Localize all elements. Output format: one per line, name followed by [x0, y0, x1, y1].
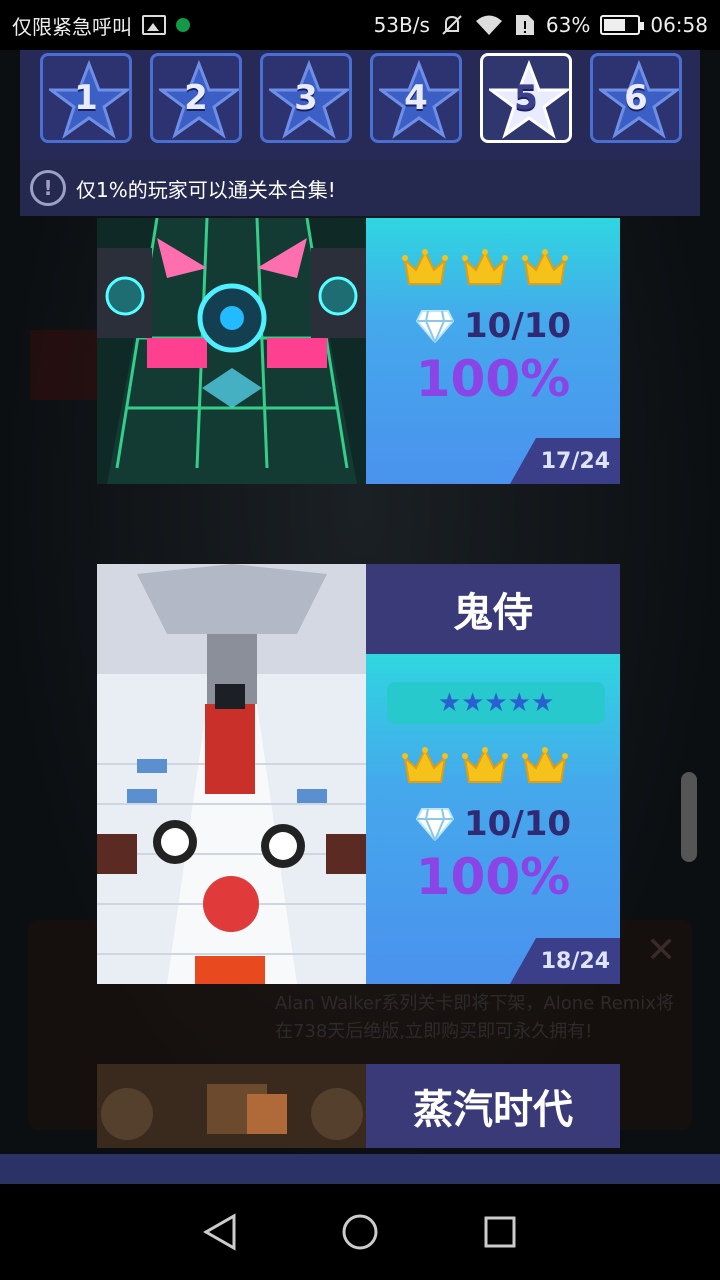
crown-icon [402, 747, 448, 783]
gem-count: 10/10 [464, 804, 572, 844]
sim-alert-icon [515, 15, 534, 35]
back-button[interactable] [200, 1212, 240, 1252]
scrollbar-thumb[interactable] [681, 772, 697, 862]
home-icon [342, 1214, 378, 1250]
stage-selector: 1 2 3 4 5 6 ! 仅1%的玩家可以通关本合集! [20, 50, 700, 216]
stage-tab-3[interactable]: 3 [260, 53, 352, 143]
level-thumbnail [97, 1064, 366, 1148]
stage-tab-label: 2 [184, 78, 208, 118]
crown-icon [402, 249, 448, 285]
crown-icon [522, 249, 568, 285]
stage-tab-4[interactable]: 4 [370, 53, 462, 143]
crown-icon [462, 249, 508, 285]
crown-row [402, 746, 568, 786]
gallery-icon [142, 15, 166, 35]
recents-icon [484, 1216, 516, 1248]
level-title: 蒸汽时代 [366, 1064, 620, 1148]
level-index: 18/24 [510, 938, 620, 984]
gem-count: 10/10 [464, 306, 572, 346]
stage-tab-label: 6 [624, 78, 648, 118]
game-screen: Alan Walker系列关卡即将下架，Alone Remix将在738天后绝版… [0, 50, 720, 1184]
completion-percent: 100% [415, 848, 571, 906]
status-bar: 仅限紧急呼叫 53B/s 63% 06:58 [0, 0, 720, 50]
level-thumbnail [97, 218, 366, 484]
stage-tab-1[interactable]: 1 [40, 53, 132, 143]
notification-dot-icon [176, 18, 190, 32]
network-speed: 53B/s [373, 13, 430, 37]
level-stats: 10/10 100% 17/24 [366, 218, 620, 484]
battery-percent: 63% [545, 13, 591, 37]
level-card[interactable]: 蒸汽时代 [97, 1064, 620, 1148]
difficulty-stars: ★★★★★ [387, 682, 605, 724]
clock: 06:58 [650, 13, 708, 37]
wifi-icon [475, 15, 502, 35]
stage-tab-label: 5 [514, 78, 538, 118]
level-thumbnail [97, 564, 366, 984]
popup-message: Alan Walker系列关卡即将下架，Alone Remix将在738天后绝版… [275, 993, 674, 1042]
level-title: 鬼侍 [366, 564, 620, 654]
battery-icon [600, 15, 645, 35]
background-sale-banner [30, 330, 100, 400]
home-button[interactable] [340, 1212, 380, 1252]
close-icon: ✕ [646, 930, 677, 971]
crown-icon [522, 747, 568, 783]
stage-tab-6[interactable]: 6 [590, 53, 682, 143]
recents-button[interactable] [480, 1212, 520, 1252]
carrier-text: 仅限紧急呼叫 [12, 14, 132, 39]
mute-icon [442, 15, 462, 35]
stage-tab-5[interactable]: 5 [480, 53, 572, 143]
completion-percent: 100% [415, 350, 571, 408]
diamond-icon [416, 310, 454, 343]
level-card[interactable]: 鬼侍 ★★★★★ 10/10 100% 18/24 [97, 564, 620, 984]
crown-icon [462, 747, 508, 783]
stage-tab-label: 1 [74, 78, 98, 118]
level-stats: ★★★★★ 10/10 100% 18/24 [366, 654, 620, 984]
bottom-tab-bar [0, 1154, 720, 1184]
back-icon [202, 1213, 236, 1251]
stage-tab-2[interactable]: 2 [150, 53, 242, 143]
diamond-icon [416, 808, 454, 841]
info-icon: ! [30, 170, 66, 206]
crown-row [402, 248, 568, 288]
notice-bar: ! 仅1%的玩家可以通关本合集! [20, 160, 700, 216]
stage-tab-label: 4 [404, 78, 428, 118]
stage-tab-label: 3 [294, 78, 318, 118]
system-navigation-bar [0, 1184, 720, 1280]
level-index: 17/24 [510, 438, 620, 484]
notice-text: 仅1%的玩家可以通关本合集! [76, 177, 336, 202]
level-card[interactable]: 10/10 100% 17/24 [97, 218, 620, 484]
